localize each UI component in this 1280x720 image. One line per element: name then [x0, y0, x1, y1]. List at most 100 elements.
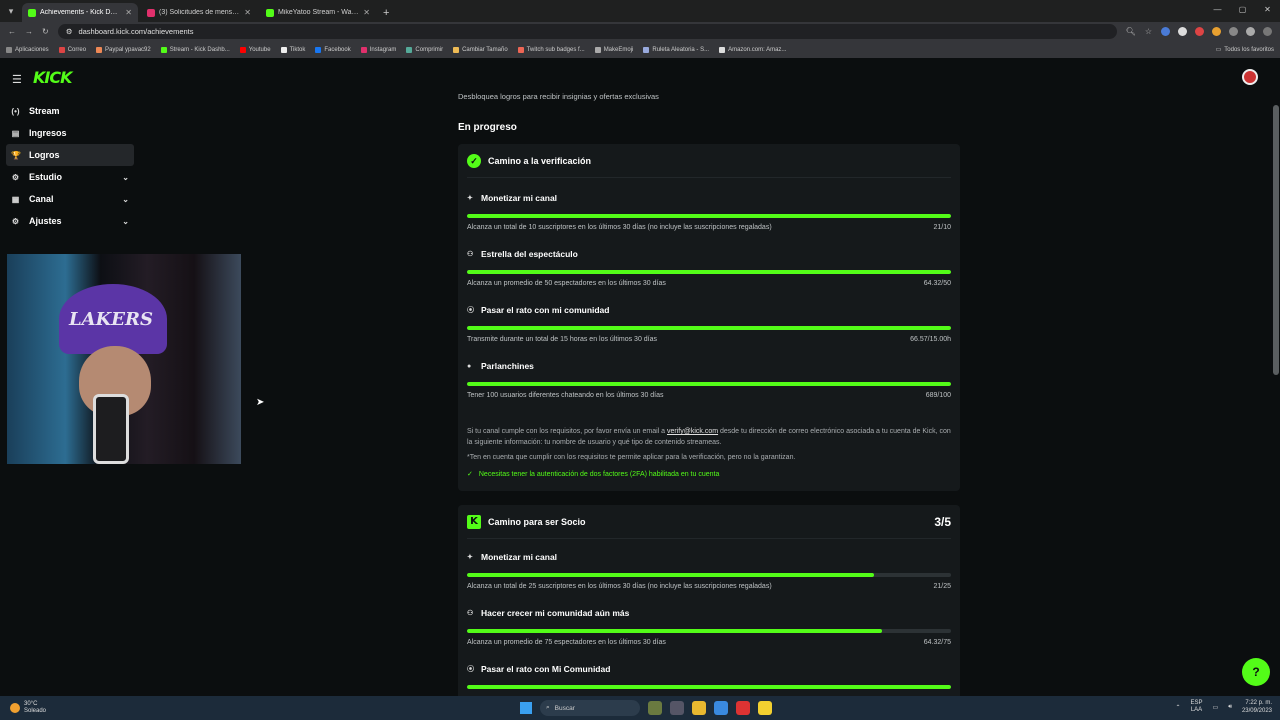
kick-k-icon: K [467, 514, 481, 529]
bookmark-label: Aplicaciones [15, 46, 49, 53]
avatar[interactable] [1242, 69, 1258, 85]
sidebar-item-logros[interactable]: 🏆 Logros [6, 144, 134, 166]
verify-email-link[interactable]: verify@kick.com [667, 428, 718, 435]
all-bookmarks-label: Todos los favoritos [1224, 46, 1274, 53]
bookmark-item[interactable]: Cambiar Tamaño [453, 46, 508, 53]
help-chat-button[interactable]: ? [1242, 658, 1270, 686]
scrollbar[interactable] [1273, 105, 1279, 375]
weather-widget[interactable]: 30°C Soleado [0, 701, 200, 715]
puzzle-icon[interactable] [1229, 27, 1238, 36]
achievement-desc: Alcanza un total de 10 suscriptores en l… [467, 224, 772, 231]
chrome-icon[interactable] [714, 701, 728, 715]
bookmark-item[interactable]: Stream - Kick Dashb... [160, 46, 230, 53]
bookmark-item[interactable]: Aplicaciones [6, 46, 49, 53]
search-icon: ⌕ [546, 704, 550, 711]
bookmark-item[interactable]: Twitch sub badges f... [517, 46, 585, 53]
tab-search-icon[interactable]: ▾ [0, 0, 22, 22]
sidebar-item-stream[interactable]: (•) Stream [6, 100, 134, 122]
tab-title: Achievements - Kick Dashboard [40, 9, 122, 16]
bookmark-item[interactable]: Ruleta Aleatoria - S... [643, 46, 710, 53]
language-indicator[interactable]: ESP LAA [1191, 700, 1203, 714]
close-window-icon[interactable]: ✕ [1255, 0, 1280, 22]
zoom-icon[interactable]: 🔍︎ [1126, 27, 1136, 36]
monitor-icon[interactable]: ▭ [1213, 704, 1219, 711]
tab-favicon [266, 8, 274, 17]
bookmark-item[interactable]: Comprimir [406, 46, 443, 53]
broadcast-icon: (•) [11, 106, 20, 116]
profile-icon[interactable] [1246, 27, 1255, 36]
back-icon[interactable]: ← [8, 27, 16, 36]
bookmark-label: Ruleta Aleatoria - S... [652, 46, 710, 53]
close-tab-icon[interactable]: ✕ [363, 8, 370, 17]
sidebar-item-ingresos[interactable]: ▤ Ingresos [6, 122, 134, 144]
app-icon[interactable] [736, 701, 750, 715]
chevron-down-icon: ⌄ [122, 194, 129, 204]
extension-icon[interactable] [1178, 27, 1187, 36]
achievement-value: 21/25 [933, 583, 951, 590]
bookmark-item[interactable]: Instagram [360, 46, 396, 53]
info-note: *Ten en cuenta que cumplir con los requi… [467, 454, 796, 461]
forward-icon[interactable]: → [25, 27, 33, 36]
bookmark-favicon-icon [160, 46, 167, 53]
card-title: Camino a la verificación [488, 155, 592, 166]
tab-favicon [147, 8, 155, 17]
bookmark-favicon-icon [315, 46, 322, 53]
webcam-cap-text: LAKERS [69, 309, 153, 330]
browser-tab-2[interactable]: MikeYatoo Stream - Watch Live ✕ [260, 3, 376, 22]
users-icon: ⚇ [467, 610, 474, 617]
bookmark-item[interactable]: Paypal ypavac92 [96, 46, 151, 53]
chevron-up-icon[interactable]: ⌃ [1175, 704, 1180, 711]
new-tab-button[interactable]: + [383, 3, 389, 22]
extension-icon[interactable] [1212, 27, 1221, 36]
bookmark-label: MakeEmoji [603, 46, 634, 53]
bookmark-item[interactable]: Youtube [239, 46, 271, 53]
clock[interactable]: 7:22 p. m. 23/09/2023 [1242, 699, 1272, 715]
bookmark-item[interactable]: Tiktok [280, 46, 305, 53]
achievement-header: ⦿ Pasar el rato con mi comunidad [467, 304, 951, 316]
widgets-app-icon[interactable] [648, 701, 662, 715]
achievement-header: ⚇ Hacer crecer mi comunidad aún más [467, 607, 951, 619]
close-tab-icon[interactable]: ✕ [125, 8, 132, 17]
windows-start-icon[interactable] [520, 702, 532, 714]
reload-icon[interactable]: ↻ [42, 27, 49, 36]
speaker-icon[interactable]: 🔊︎ [1228, 704, 1232, 711]
verified-badge-icon: ✓ [467, 153, 481, 168]
bookmark-item[interactable]: Amazon.com: Amaz... [719, 46, 786, 53]
minimize-icon[interactable]: — [1205, 0, 1230, 22]
maximize-icon[interactable]: ▢ [1230, 0, 1255, 22]
file-explorer-icon[interactable] [692, 701, 706, 715]
menu-dots-icon[interactable] [1263, 27, 1272, 36]
sidebar-item-ajustes[interactable]: ⚙ Ajustes ⌄ [6, 210, 134, 232]
achievement-desc: Tener 100 usuarios diferentes chateando … [467, 392, 664, 399]
task-view-icon[interactable] [670, 701, 684, 715]
browser-tab-strip: ▾ Achievements - Kick Dashboard ✕ (3) So… [0, 0, 1280, 22]
extension-icon[interactable] [1195, 27, 1204, 36]
sticky-notes-icon[interactable] [758, 701, 772, 715]
verification-info: Si tu canal cumple con los requisitos, p… [467, 426, 951, 480]
card-header: ✓ Camino a la verificación [458, 144, 960, 177]
bookmark-item[interactable]: Correo [58, 46, 86, 53]
sidebar-item-canal[interactable]: ▦ Canal ⌄ [6, 188, 134, 210]
kick-logo[interactable]: KICK [33, 68, 72, 87]
all-bookmarks[interactable]: ▭ Todos los favoritos [1216, 46, 1274, 54]
close-tab-icon[interactable]: ✕ [244, 8, 251, 17]
achievement-item: ⚇ Hacer crecer mi comunidad aún más Alca… [467, 607, 951, 646]
divider [467, 538, 951, 539]
bookmark-favicon-icon [360, 46, 367, 53]
bookmark-star-icon[interactable]: ☆ [1145, 27, 1152, 36]
browser-tab-0[interactable]: Achievements - Kick Dashboard ✕ [22, 3, 138, 22]
bookmark-item[interactable]: Facebook [315, 46, 351, 53]
section-title: En progreso [458, 122, 517, 133]
bookmark-favicon-icon [58, 46, 65, 53]
browser-tab-1[interactable]: (3) Solicitudes de mensajes • Ch ✕ [141, 3, 257, 22]
progress-fill [467, 685, 951, 689]
site-info-icon[interactable]: ⚙ [66, 27, 73, 36]
address-bar[interactable]: ⚙ dashboard.kick.com/achievements [57, 24, 1117, 39]
hamburger-menu-icon[interactable]: ☰ [12, 73, 22, 86]
divider [467, 177, 951, 178]
sidebar-item-estudio[interactable]: ⚙ Estudio ⌄ [6, 166, 134, 188]
taskbar-search[interactable]: ⌕ Buscar [540, 700, 640, 716]
bookmark-item[interactable]: MakeEmoji [594, 46, 634, 53]
extension-icon[interactable] [1161, 27, 1170, 36]
tab-favicon [28, 8, 36, 17]
